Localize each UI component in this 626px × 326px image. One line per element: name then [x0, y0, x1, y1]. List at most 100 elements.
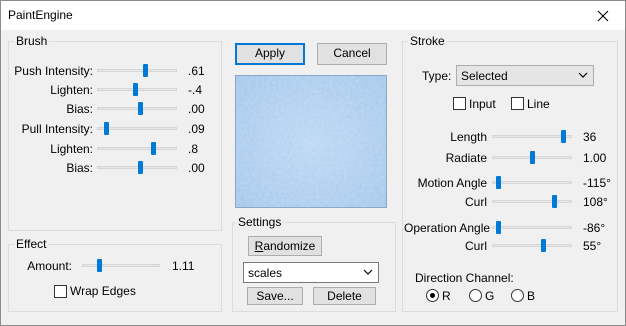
- stroke-slider-track: [492, 226, 572, 229]
- brush-slider[interactable]: [97, 141, 177, 157]
- brush-slider-thumb[interactable]: [133, 83, 138, 96]
- stroke-row-label: Operation Angle: [404, 221, 491, 235]
- stroke-slider-track: [492, 181, 572, 184]
- brush-row-value: .8: [188, 142, 199, 156]
- randomize-mnemonic: R: [254, 239, 264, 253]
- stroke-row-label: Curl: [464, 239, 487, 253]
- brush-row-label: Bias:: [66, 102, 93, 116]
- channel-radio-label: B: [527, 289, 536, 303]
- preview-texture: [236, 76, 386, 207]
- wrap-edges-checkbox[interactable]: [54, 285, 67, 298]
- cancel-button[interactable]: Cancel: [317, 43, 387, 65]
- input-checkbox[interactable]: [453, 97, 466, 110]
- type-select[interactable]: Selected: [456, 65, 594, 86]
- brush-slider[interactable]: [97, 160, 177, 176]
- stroke-slider-thumb[interactable]: [496, 221, 501, 234]
- effect-group-label: Effect: [14, 237, 49, 251]
- effect-group: [8, 244, 222, 312]
- amount-slider-thumb[interactable]: [97, 259, 102, 272]
- stroke-group-label: Stroke: [408, 34, 447, 48]
- line-label: Line: [527, 97, 550, 111]
- wrap-edges-label: Wrap Edges: [70, 284, 136, 298]
- brush-row-label: Lighten:: [50, 142, 93, 156]
- amount-slider[interactable]: [82, 258, 160, 274]
- input-label: Input: [469, 97, 496, 111]
- brush-slider-track: [97, 107, 177, 110]
- brush-slider-thumb[interactable]: [151, 142, 156, 155]
- brush-slider[interactable]: [97, 101, 177, 117]
- brush-slider[interactable]: [97, 63, 177, 79]
- preview-image: [235, 75, 387, 208]
- type-label: Type:: [422, 69, 452, 83]
- stroke-row-value: -86°: [583, 221, 606, 235]
- stroke-row-value: 1.00: [583, 151, 607, 165]
- delete-button[interactable]: Delete: [313, 287, 376, 305]
- brush-slider-thumb[interactable]: [138, 102, 143, 115]
- stroke-slider-thumb[interactable]: [530, 151, 535, 164]
- settings-group-label: Settings: [236, 215, 284, 229]
- amount-slider-track: [82, 264, 160, 267]
- title-bar: PaintEngine: [0, 0, 626, 31]
- stroke-slider-track: [492, 135, 572, 138]
- stroke-slider-thumb[interactable]: [561, 130, 566, 143]
- brush-row-value: .09: [188, 122, 205, 136]
- stroke-slider-thumb[interactable]: [552, 195, 557, 208]
- stroke-slider-track: [492, 244, 572, 247]
- brush-slider-track: [97, 69, 177, 72]
- stroke-row-value: 108°: [583, 195, 608, 209]
- preset-select[interactable]: scales: [243, 262, 379, 283]
- chevron-down-icon: [578, 72, 588, 78]
- brush-slider[interactable]: [97, 82, 177, 98]
- apply-button[interactable]: Apply: [235, 43, 305, 65]
- brush-row-value: .00: [188, 102, 205, 116]
- stroke-row-value: 36: [583, 130, 597, 144]
- stroke-row-label: Curl: [464, 195, 487, 209]
- brush-row-label: Push Intensity:: [14, 64, 93, 78]
- stroke-slider-track: [492, 200, 572, 203]
- brush-row-value: -.4: [188, 83, 203, 97]
- stroke-slider-thumb[interactable]: [496, 176, 501, 189]
- line-checkbox[interactable]: [511, 97, 524, 110]
- channel-radio-g[interactable]: [469, 289, 482, 302]
- stroke-slider-thumb[interactable]: [541, 239, 546, 252]
- brush-slider-track: [97, 127, 177, 130]
- chevron-down-icon: [363, 269, 373, 275]
- channel-radio-r[interactable]: [426, 289, 439, 302]
- save-button[interactable]: Save...: [247, 287, 303, 305]
- amount-value: 1.11: [172, 259, 195, 273]
- direction-channel-label: Direction Channel:: [415, 271, 514, 285]
- brush-row-label: Pull Intensity:: [21, 122, 93, 136]
- stroke-slider[interactable]: [492, 129, 572, 145]
- channel-radio-label: R: [442, 289, 451, 303]
- preset-select-value: scales: [248, 266, 283, 280]
- brush-slider-track: [97, 147, 177, 150]
- stroke-row-label: Length: [450, 130, 487, 144]
- stroke-slider[interactable]: [492, 194, 572, 210]
- brush-slider-thumb[interactable]: [104, 122, 109, 135]
- stroke-slider[interactable]: [492, 150, 572, 166]
- close-icon: [597, 10, 609, 21]
- stroke-row-label: Motion Angle: [417, 176, 487, 190]
- window-title: PaintEngine: [8, 8, 73, 22]
- brush-row-value: .61: [188, 64, 205, 78]
- brush-row-label: Lighten:: [50, 83, 93, 97]
- brush-row-value: .00: [188, 161, 205, 175]
- channel-radio-label: G: [485, 289, 495, 303]
- brush-slider[interactable]: [97, 121, 177, 137]
- stroke-row-label: Radiate: [445, 151, 487, 165]
- brush-slider-thumb[interactable]: [138, 161, 143, 174]
- type-select-value: Selected: [461, 69, 508, 83]
- randomize-button[interactable]: Randomize: [248, 236, 322, 256]
- amount-label: Amount:: [27, 259, 72, 273]
- stroke-row-value: 55°: [583, 239, 602, 253]
- stroke-row-value: -115°: [583, 176, 611, 190]
- brush-group-label: Brush: [14, 34, 50, 48]
- stroke-slider[interactable]: [492, 175, 572, 191]
- channel-radio-b[interactable]: [511, 289, 524, 302]
- close-button[interactable]: [580, 0, 626, 31]
- brush-slider-track: [97, 166, 177, 169]
- brush-slider-thumb[interactable]: [143, 64, 148, 77]
- randomize-label: andomize: [263, 239, 316, 253]
- stroke-slider[interactable]: [492, 238, 572, 254]
- stroke-slider[interactable]: [492, 220, 572, 236]
